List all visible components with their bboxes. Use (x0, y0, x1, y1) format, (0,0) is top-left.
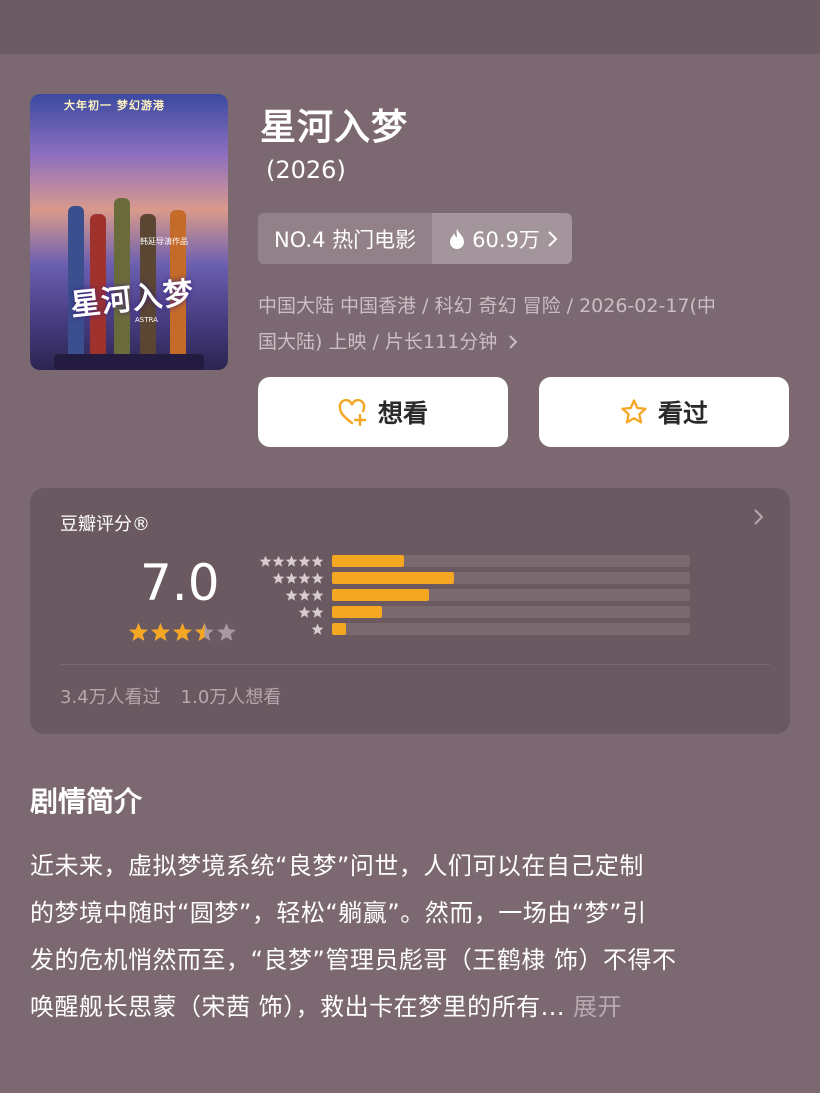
rating-bar-fill (332, 623, 347, 635)
star-icon (311, 572, 324, 584)
wanted-count[interactable]: 1.0万人想看 (181, 683, 282, 709)
meta-line-1: 中国大陆 中国香港 / 科幻 奇幻 冒险 / 2026-02-17(中 (258, 295, 716, 317)
rating-score: 7.0 (140, 554, 220, 612)
poster-tag: ASTRA (135, 316, 158, 324)
row-stars (298, 606, 324, 619)
star-icon (285, 572, 298, 584)
rating-bar-track (332, 572, 690, 584)
row-stars (259, 555, 324, 568)
rating-bar-track (332, 606, 690, 618)
douban-rating-card[interactable]: 豆瓣评分® 7.0 3.4万人看过 1.0万人想看 (30, 488, 790, 734)
synopsis-line: 唤醒舰长思蒙（宋茜 饰），救出卡在梦里的所有... (30, 993, 566, 1021)
watched-button[interactable]: 看过 (539, 377, 789, 447)
star-icon (298, 572, 311, 584)
rating-bar-fill (332, 589, 429, 601)
chevron-right-icon (548, 230, 558, 247)
rating-bar-fill (332, 606, 383, 618)
top-bar (0, 0, 820, 54)
star-outline-icon (621, 399, 647, 424)
synopsis-body: 近未来，虚拟梦境系统“良梦”问世，人们可以在自己定制 的梦境中随时“圆梦”，轻松… (30, 843, 790, 1031)
heat-count: 60.9万 (472, 227, 540, 252)
seen-label: 看过 (657, 399, 708, 428)
rating-stats: 3.4万人看过 1.0万人想看 (60, 683, 281, 709)
movie-meta[interactable]: 中国大陆 中国香港 / 科幻 奇幻 冒险 / 2026-02-17(中 国大陆)… (258, 288, 788, 360)
rating-row-2-star (252, 606, 692, 618)
chevron-right-icon[interactable] (752, 508, 764, 526)
synopsis-title: 剧情简介 (30, 785, 143, 818)
rating-row-3-star (252, 589, 692, 601)
chevron-right-icon (509, 335, 518, 349)
heat-badge[interactable]: 60.9万 (432, 213, 572, 264)
synopsis-line: 近未来，虚拟梦境系统“良梦”问世，人们可以在自己定制 (30, 852, 644, 880)
star-icon (195, 623, 214, 641)
rating-bar-track (332, 555, 690, 567)
star-icon (285, 589, 298, 601)
row-stars (272, 572, 324, 585)
poster-top-text: 大年初一 梦幻游港 (64, 99, 165, 112)
rating-bar-track (332, 589, 690, 601)
ranking-pill[interactable]: NO.4 热门电影 60.9万 (258, 213, 572, 264)
rank-label: NO.4 热门电影 (258, 213, 433, 264)
poster-stage (54, 354, 204, 370)
rating-row-1-star (252, 623, 692, 635)
rating-row-4-star (252, 572, 692, 584)
star-icon (311, 589, 324, 601)
poster-subtitle: 韩延导演作品 (140, 237, 188, 246)
divider (60, 664, 770, 665)
watched-count[interactable]: 3.4万人看过 (60, 683, 161, 709)
star-icon (272, 572, 285, 584)
star-icon (298, 589, 311, 601)
movie-title: 星河入梦 (260, 107, 409, 148)
star-icon (298, 606, 311, 618)
star-icon (151, 623, 170, 641)
rating-row-5-star (252, 555, 692, 567)
rating-bar-track (332, 623, 690, 635)
movie-poster[interactable]: 大年初一 梦幻游港 韩延导演作品 星河入梦 ASTRA (30, 94, 228, 370)
star-icon (129, 623, 148, 641)
synopsis-line: 发的危机悄然而至，“良梦”管理员彪哥（王鹤棣 饰）不得不 (30, 946, 677, 974)
star-icon (285, 555, 298, 567)
star-icon (298, 555, 311, 567)
star-icon (311, 555, 324, 567)
rating-stars (128, 622, 237, 643)
row-stars (285, 589, 324, 602)
flame-icon (450, 228, 465, 249)
expand-link[interactable]: 展开 (573, 993, 622, 1021)
star-icon (311, 606, 324, 618)
star-icon (272, 555, 285, 567)
want-to-watch-button[interactable]: 想看 (258, 377, 508, 447)
synopsis-line: 的梦境中随时“圆梦”，轻松“躺赢”。然而，一场由“梦”引 (30, 899, 647, 927)
row-stars (311, 623, 324, 636)
star-icon (173, 623, 192, 641)
star-icon (217, 623, 236, 641)
movie-year: (2026) (266, 156, 346, 184)
star-icon (311, 623, 324, 635)
heart-plus-icon (338, 398, 367, 426)
meta-line-2: 国大陆) 上映 / 片长111分钟 (258, 331, 498, 353)
want-label: 想看 (377, 399, 428, 428)
star-icon (259, 555, 272, 567)
rating-bar-fill (332, 572, 454, 584)
rating-label: 豆瓣评分® (60, 514, 150, 535)
rating-bar-fill (332, 555, 404, 567)
